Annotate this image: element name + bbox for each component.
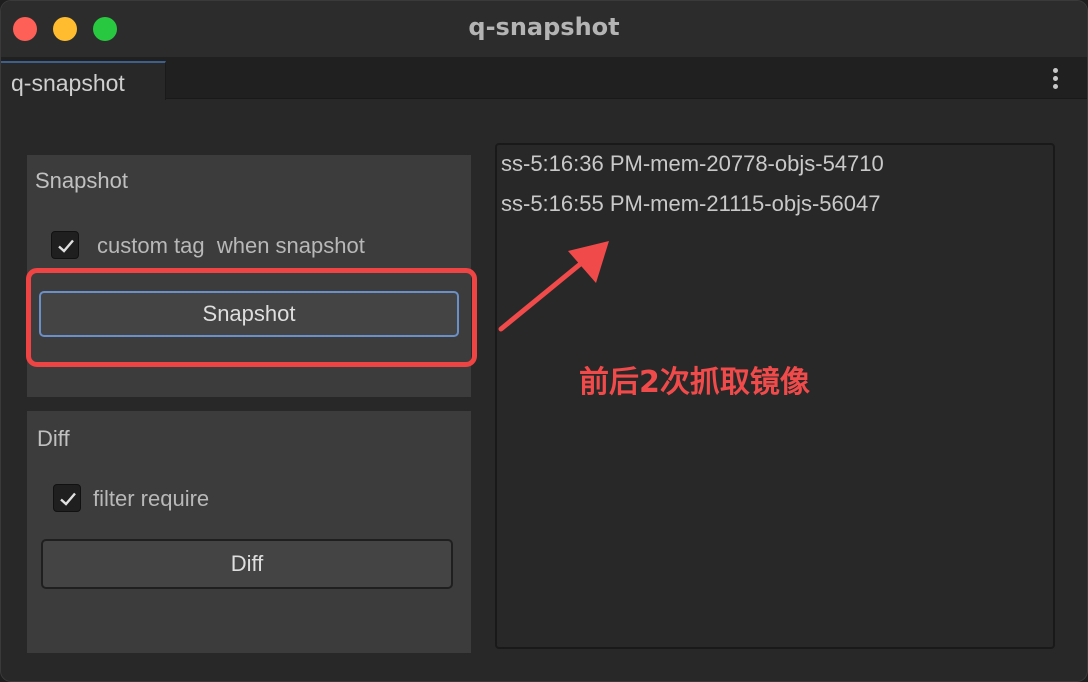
annotation-text: 前后2次抓取镜像 — [579, 365, 810, 400]
tab-bar: q-snapshot — [1, 57, 1087, 100]
snapshot-panel-title: Snapshot — [35, 168, 128, 193]
filter-require-label: filter require — [93, 486, 210, 511]
checkmark-icon — [60, 492, 76, 506]
checkmark-icon — [58, 239, 74, 253]
tab-q-snapshot[interactable]: q-snapshot — [1, 61, 166, 100]
custom-tag-checkbox[interactable] — [51, 231, 79, 259]
list-item[interactable]: ss-5:16:55 PM-mem-21115-objs-56047 — [501, 191, 880, 217]
arrow-icon — [498, 241, 609, 332]
diff-panel — [27, 411, 471, 653]
list-item[interactable]: ss-5:16:36 PM-mem-20778-objs-54710 — [501, 151, 884, 177]
app-window: q-snapshot q-snapshot Snapshot custom ta… — [0, 0, 1088, 682]
diff-button[interactable]: Diff — [41, 539, 453, 589]
window-title: q-snapshot — [468, 13, 620, 41]
filter-require-checkbox[interactable] — [53, 484, 81, 512]
diff-panel-title: Diff — [37, 426, 70, 451]
title-bar: q-snapshot — [1, 1, 1087, 57]
custom-tag-label: custom tag when snapshot — [97, 233, 365, 258]
annotation-highlight-box — [26, 268, 477, 367]
more-vertical-icon[interactable] — [1053, 68, 1059, 90]
